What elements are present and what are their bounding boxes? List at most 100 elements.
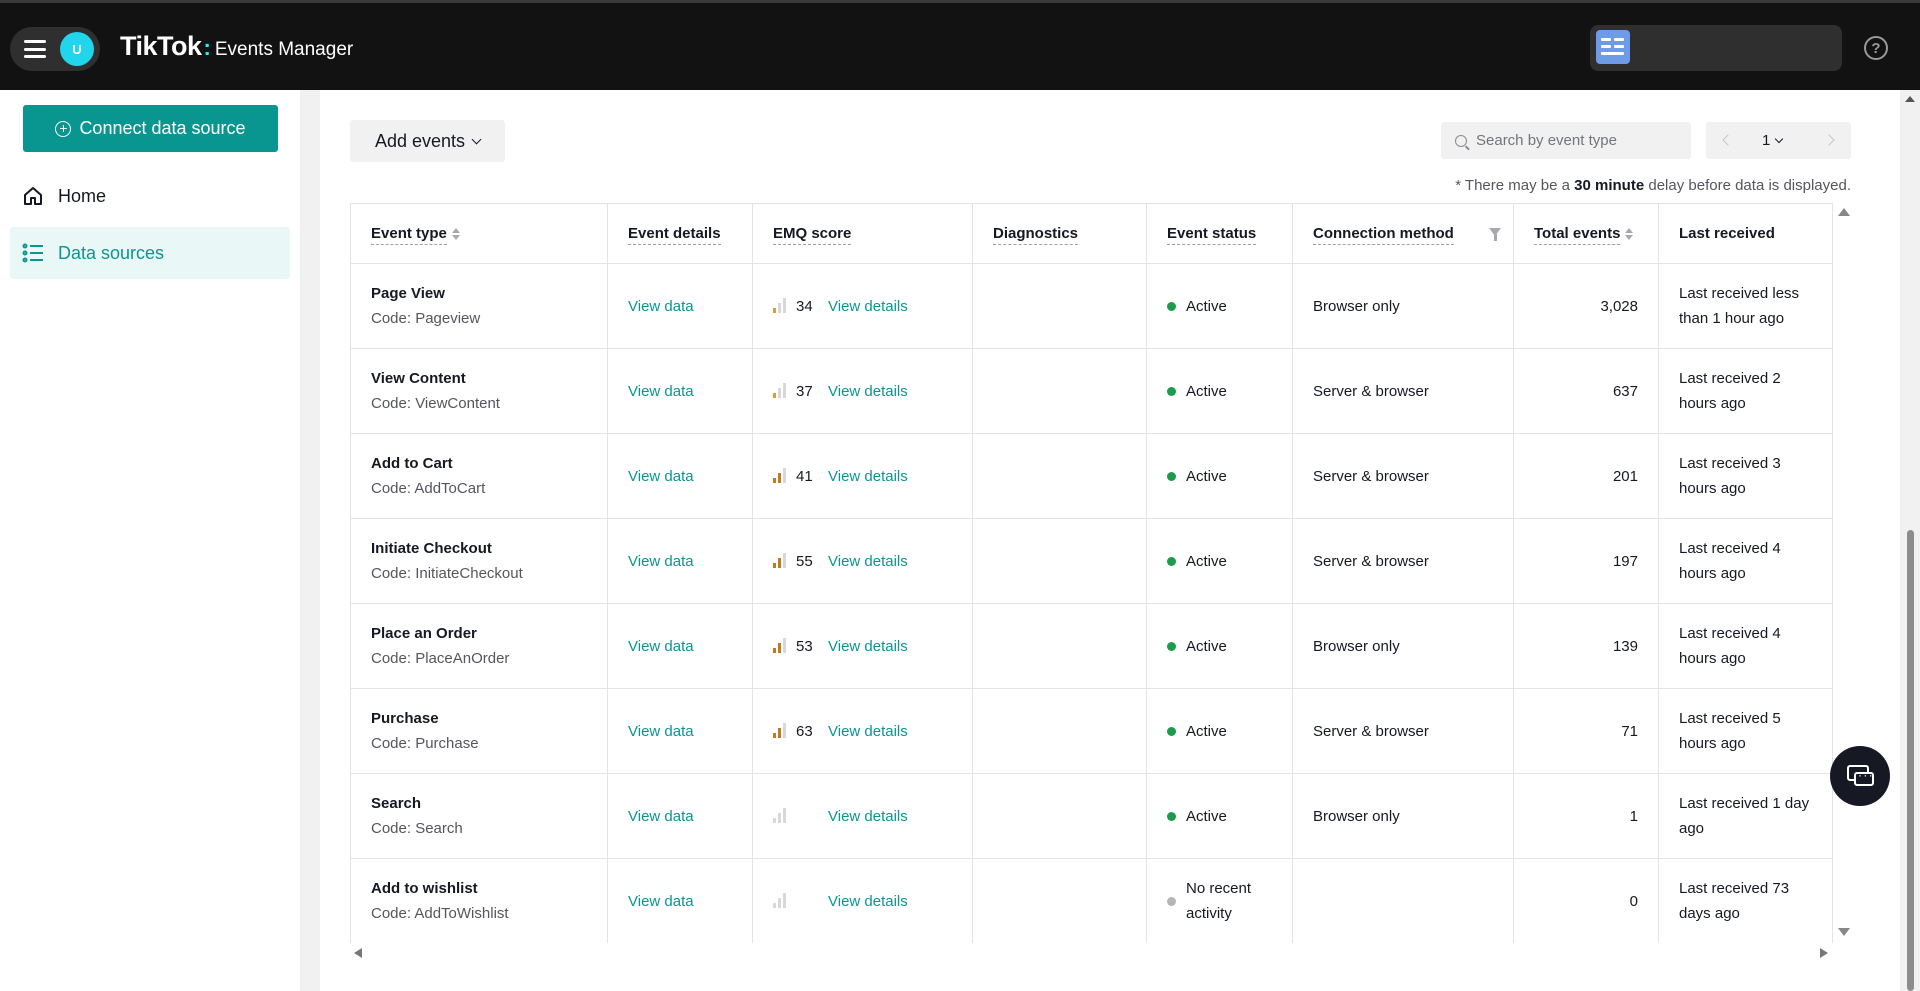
cell-event-details: View data — [607, 263, 753, 349]
search-box[interactable] — [1441, 122, 1691, 159]
col-total-events[interactable]: Total events — [1513, 203, 1659, 264]
help-icon[interactable]: ? — [1864, 36, 1888, 60]
sidebar-item-home[interactable]: Home — [10, 170, 290, 222]
emq-signal-icon — [773, 637, 786, 653]
status-dot-icon — [1167, 556, 1176, 566]
menu-button[interactable]: U — [10, 27, 100, 71]
cell-total-events: 1 — [1513, 773, 1659, 859]
cell-total-events: 637 — [1513, 348, 1659, 434]
add-events-button[interactable]: Add events — [350, 120, 505, 162]
next-page-icon[interactable] — [1823, 134, 1835, 146]
view-details-link[interactable]: View details — [828, 553, 908, 570]
search-icon — [1455, 134, 1467, 147]
event-code: Code: Purchase — [371, 735, 479, 752]
status-label: Active — [1186, 467, 1227, 485]
cell-event-details: View data — [607, 348, 753, 434]
view-details-link[interactable]: View details — [828, 638, 908, 655]
cell-event-status: Active — [1146, 688, 1293, 774]
add-events-label: Add events — [374, 130, 466, 151]
status-dot-icon — [1167, 896, 1176, 906]
cell-event-details: View data — [607, 518, 753, 604]
account-switcher[interactable] — [1590, 25, 1842, 71]
col-event-type[interactable]: Event type — [350, 203, 608, 264]
cell-diagnostics — [972, 603, 1147, 689]
emq-score-value: 34 — [796, 297, 813, 315]
cell-event-status: Active — [1146, 603, 1293, 689]
col-emq-score-label: EMQ score — [773, 225, 852, 245]
view-details-link[interactable]: View details — [828, 893, 908, 910]
view-details-link[interactable]: View details — [828, 383, 908, 400]
cell-connection-method: Server & browser — [1292, 433, 1514, 519]
col-event-details: Event details — [607, 203, 753, 264]
col-event-status: Event status — [1146, 203, 1293, 264]
search-input[interactable] — [1476, 132, 1676, 149]
table-scroll-right-icon[interactable] — [1820, 948, 1828, 958]
events-table: Event type Event details EMQ score Diagn… — [350, 203, 1833, 943]
col-connection-method: Connection method — [1292, 203, 1514, 264]
prev-page-icon[interactable] — [1722, 134, 1734, 146]
status-dot-icon — [1167, 641, 1176, 651]
view-details-link[interactable]: View details — [828, 808, 908, 825]
connect-data-source-button[interactable]: + Connect data source — [23, 105, 278, 152]
col-emq-score: EMQ score — [752, 203, 973, 264]
home-icon — [24, 187, 42, 205]
emq-score-value: 63 — [796, 722, 813, 740]
main-panel: Add events 1 * There may be a 30 minute … — [320, 90, 1900, 991]
status-label: No recent activity — [1186, 880, 1252, 922]
event-code: Code: Pageview — [371, 310, 481, 327]
table-body: Page View Code: Pageview View data 34 View d… — [350, 263, 1833, 943]
sort-icon[interactable] — [451, 228, 460, 241]
cell-event-details: View data — [607, 773, 753, 859]
view-data-link[interactable]: View data — [628, 893, 694, 910]
event-code: Code: AddToCart — [371, 480, 486, 497]
view-data-link[interactable]: View data — [628, 298, 694, 315]
page-scrollbar[interactable] — [1900, 90, 1920, 991]
cell-diagnostics — [972, 773, 1147, 859]
cell-connection-method: Server & browser — [1292, 348, 1514, 434]
view-data-link[interactable]: View data — [628, 468, 694, 485]
cell-event-status: Active — [1146, 773, 1293, 859]
cell-event-type: Add to Cart Code: AddToCart — [350, 433, 608, 519]
status-dot-icon — [1167, 301, 1176, 311]
list-icon — [22, 243, 43, 263]
support-chat-button[interactable] — [1830, 746, 1890, 806]
emq-signal-icon — [773, 807, 786, 823]
delay-note-bold: 30 minute — [1574, 177, 1645, 194]
cell-last-received: Last received 5 hours ago — [1658, 688, 1833, 774]
table-scroll-down-icon[interactable] — [1838, 928, 1850, 936]
view-data-link[interactable]: View data — [628, 638, 694, 655]
view-details-link[interactable]: View details — [828, 298, 908, 315]
filter-icon[interactable] — [1489, 228, 1501, 241]
cell-diagnostics — [972, 433, 1147, 519]
view-details-link[interactable]: View details — [828, 468, 908, 485]
page-select[interactable]: 1 — [1762, 132, 1784, 149]
cell-connection-method: Server & browser — [1292, 518, 1514, 604]
emq-signal-icon — [773, 467, 786, 483]
view-data-link[interactable]: View data — [628, 723, 694, 740]
sidebar-item-data-sources[interactable]: Data sources — [10, 227, 290, 279]
avatar[interactable]: U — [60, 32, 94, 66]
table-scroll-up-icon[interactable] — [1838, 208, 1850, 216]
scroll-up-icon[interactable] — [1905, 96, 1915, 102]
cell-emq-score: View details — [752, 773, 973, 859]
cell-emq-score: 63 View details — [752, 688, 973, 774]
page-number: 1 — [1762, 132, 1771, 149]
scrollbar-thumb[interactable] — [1907, 530, 1914, 991]
cell-emq-score: View details — [752, 858, 973, 943]
plus-circle-icon: + — [55, 120, 72, 137]
emq-score-value: 37 — [796, 382, 813, 400]
event-name: Place an Order — [371, 625, 477, 642]
logo-separator: : — [203, 35, 211, 60]
sort-icon[interactable] — [1625, 228, 1634, 241]
status-label: Active — [1186, 807, 1227, 825]
view-data-link[interactable]: View data — [628, 808, 694, 825]
pagination: 1 — [1706, 122, 1851, 159]
table-scroll-left-icon[interactable] — [354, 948, 362, 958]
sidebar-item-label: Data sources — [58, 242, 165, 263]
view-data-link[interactable]: View data — [628, 553, 694, 570]
view-data-link[interactable]: View data — [628, 383, 694, 400]
cell-event-type: Add to wishlist Code: AddToWishlist — [350, 858, 608, 943]
view-details-link[interactable]: View details — [828, 723, 908, 740]
events-table-container[interactable]: Event type Event details EMQ score Diagn… — [350, 203, 1850, 943]
brand-logo[interactable]: TikTok : Events Manager — [120, 31, 353, 62]
